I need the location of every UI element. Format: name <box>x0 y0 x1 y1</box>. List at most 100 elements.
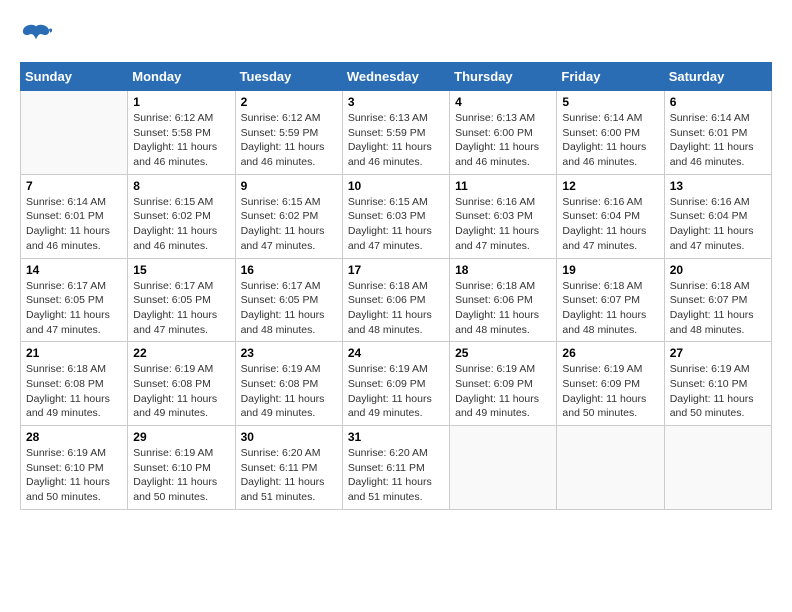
day-info: Sunrise: 6:15 AM Sunset: 6:02 PM Dayligh… <box>241 195 337 254</box>
day-number: 1 <box>133 95 229 109</box>
page-header <box>20 20 772 52</box>
calendar-header-row: SundayMondayTuesdayWednesdayThursdayFrid… <box>21 63 772 91</box>
day-number: 5 <box>562 95 658 109</box>
day-number: 22 <box>133 346 229 360</box>
day-number: 17 <box>348 263 444 277</box>
calendar-cell: 19Sunrise: 6:18 AM Sunset: 6:07 PM Dayli… <box>557 258 664 342</box>
calendar-cell: 2 Sunrise: 6:12 AM Sunset: 5:59 PM Daylig… <box>235 91 342 175</box>
calendar-cell: 29 Sunrise: 6:19 AM Sunset: 6:10 PM Dayli… <box>128 426 235 510</box>
day-info: Sunrise: 6:18 AM Sunset: 6:07 PM Dayligh… <box>562 279 658 338</box>
day-number: 9 <box>241 179 337 193</box>
day-info: Sunrise: 6:16 AM Sunset: 6:04 PM Dayligh… <box>562 195 658 254</box>
day-number: 10 <box>348 179 444 193</box>
calendar-week-4: 21Sunrise: 6:18 AM Sunset: 6:08 PM Dayli… <box>21 342 772 426</box>
calendar-cell: 25 Sunrise: 6:19 AM Sunset: 6:09 PM Dayli… <box>450 342 557 426</box>
header-monday: Monday <box>128 63 235 91</box>
day-number: 24 <box>348 346 444 360</box>
calendar-cell: 16 Sunrise: 6:17 AM Sunset: 6:05 PM Dayli… <box>235 258 342 342</box>
day-info: Sunrise: 6:13 AM Sunset: 5:59 PM Dayligh… <box>348 111 444 170</box>
day-number: 3 <box>348 95 444 109</box>
day-number: 13 <box>670 179 766 193</box>
day-info: Sunrise: 6:19 AM Sunset: 6:08 PM Dayligh… <box>241 362 337 421</box>
day-number: 4 <box>455 95 551 109</box>
calendar-cell: 24 Sunrise: 6:19 AM Sunset: 6:09 PM Dayli… <box>342 342 449 426</box>
day-info: Sunrise: 6:14 AM Sunset: 6:01 PM Dayligh… <box>670 111 766 170</box>
calendar-cell: 30 Sunrise: 6:20 AM Sunset: 6:11 PM Dayli… <box>235 426 342 510</box>
calendar-cell: 13 Sunrise: 6:16 AM Sunset: 6:04 PM Dayli… <box>664 174 771 258</box>
day-number: 16 <box>241 263 337 277</box>
day-info: Sunrise: 6:15 AM Sunset: 6:03 PM Dayligh… <box>348 195 444 254</box>
day-info: Sunrise: 6:13 AM Sunset: 6:00 PM Dayligh… <box>455 111 551 170</box>
header-friday: Friday <box>557 63 664 91</box>
day-info: Sunrise: 6:19 AM Sunset: 6:09 PM Dayligh… <box>455 362 551 421</box>
day-number: 28 <box>26 430 122 444</box>
calendar-week-3: 14 Sunrise: 6:17 AM Sunset: 6:05 PM Dayli… <box>21 258 772 342</box>
calendar-cell <box>450 426 557 510</box>
day-number: 25 <box>455 346 551 360</box>
day-number: 15 <box>133 263 229 277</box>
calendar-cell <box>664 426 771 510</box>
day-info: Sunrise: 6:20 AM Sunset: 6:11 PM Dayligh… <box>348 446 444 505</box>
day-info: Sunrise: 6:14 AM Sunset: 6:01 PM Dayligh… <box>26 195 122 254</box>
day-info: Sunrise: 6:12 AM Sunset: 5:59 PM Dayligh… <box>241 111 337 170</box>
day-number: 6 <box>670 95 766 109</box>
calendar-table: SundayMondayTuesdayWednesdayThursdayFrid… <box>20 62 772 510</box>
calendar-cell: 6 Sunrise: 6:14 AM Sunset: 6:01 PM Daylig… <box>664 91 771 175</box>
calendar-week-1: 1Sunrise: 6:12 AM Sunset: 5:58 PM Daylig… <box>21 91 772 175</box>
calendar-cell <box>21 91 128 175</box>
day-info: Sunrise: 6:14 AM Sunset: 6:00 PM Dayligh… <box>562 111 658 170</box>
day-info: Sunrise: 6:20 AM Sunset: 6:11 PM Dayligh… <box>241 446 337 505</box>
calendar-cell: 26Sunrise: 6:19 AM Sunset: 6:09 PM Dayli… <box>557 342 664 426</box>
day-info: Sunrise: 6:18 AM Sunset: 6:06 PM Dayligh… <box>455 279 551 338</box>
day-number: 29 <box>133 430 229 444</box>
day-number: 31 <box>348 430 444 444</box>
day-info: Sunrise: 6:16 AM Sunset: 6:03 PM Dayligh… <box>455 195 551 254</box>
calendar-cell: 23 Sunrise: 6:19 AM Sunset: 6:08 PM Dayli… <box>235 342 342 426</box>
calendar-cell: 21Sunrise: 6:18 AM Sunset: 6:08 PM Dayli… <box>21 342 128 426</box>
day-info: Sunrise: 6:16 AM Sunset: 6:04 PM Dayligh… <box>670 195 766 254</box>
day-info: Sunrise: 6:19 AM Sunset: 6:08 PM Dayligh… <box>133 362 229 421</box>
calendar-cell: 20Sunrise: 6:18 AM Sunset: 6:07 PM Dayli… <box>664 258 771 342</box>
calendar-cell: 28 Sunrise: 6:19 AM Sunset: 6:10 PM Dayli… <box>21 426 128 510</box>
calendar-cell: 10 Sunrise: 6:15 AM Sunset: 6:03 PM Dayli… <box>342 174 449 258</box>
day-number: 23 <box>241 346 337 360</box>
day-info: Sunrise: 6:18 AM Sunset: 6:08 PM Dayligh… <box>26 362 122 421</box>
calendar-cell: 11Sunrise: 6:16 AM Sunset: 6:03 PM Dayli… <box>450 174 557 258</box>
day-info: Sunrise: 6:19 AM Sunset: 6:10 PM Dayligh… <box>670 362 766 421</box>
calendar-cell <box>557 426 664 510</box>
day-info: Sunrise: 6:17 AM Sunset: 6:05 PM Dayligh… <box>133 279 229 338</box>
calendar-cell: 22 Sunrise: 6:19 AM Sunset: 6:08 PM Dayli… <box>128 342 235 426</box>
calendar-cell: 1Sunrise: 6:12 AM Sunset: 5:58 PM Daylig… <box>128 91 235 175</box>
day-number: 27 <box>670 346 766 360</box>
day-number: 20 <box>670 263 766 277</box>
calendar-cell: 31 Sunrise: 6:20 AM Sunset: 6:11 PM Dayli… <box>342 426 449 510</box>
day-info: Sunrise: 6:19 AM Sunset: 6:10 PM Dayligh… <box>133 446 229 505</box>
logo <box>20 20 56 52</box>
calendar-week-2: 7Sunrise: 6:14 AM Sunset: 6:01 PM Daylig… <box>21 174 772 258</box>
day-number: 14 <box>26 263 122 277</box>
day-info: Sunrise: 6:19 AM Sunset: 6:09 PM Dayligh… <box>348 362 444 421</box>
day-number: 2 <box>241 95 337 109</box>
day-number: 18 <box>455 263 551 277</box>
calendar-cell: 7Sunrise: 6:14 AM Sunset: 6:01 PM Daylig… <box>21 174 128 258</box>
day-info: Sunrise: 6:17 AM Sunset: 6:05 PM Dayligh… <box>241 279 337 338</box>
calendar-cell: 8Sunrise: 6:15 AM Sunset: 6:02 PM Daylig… <box>128 174 235 258</box>
day-info: Sunrise: 6:19 AM Sunset: 6:10 PM Dayligh… <box>26 446 122 505</box>
header-sunday: Sunday <box>21 63 128 91</box>
calendar-cell: 5 Sunrise: 6:14 AM Sunset: 6:00 PM Daylig… <box>557 91 664 175</box>
day-number: 30 <box>241 430 337 444</box>
logo-icon <box>20 20 52 52</box>
header-wednesday: Wednesday <box>342 63 449 91</box>
calendar-cell: 27 Sunrise: 6:19 AM Sunset: 6:10 PM Dayli… <box>664 342 771 426</box>
calendar-week-5: 28 Sunrise: 6:19 AM Sunset: 6:10 PM Dayli… <box>21 426 772 510</box>
day-info: Sunrise: 6:15 AM Sunset: 6:02 PM Dayligh… <box>133 195 229 254</box>
calendar-cell: 9 Sunrise: 6:15 AM Sunset: 6:02 PM Daylig… <box>235 174 342 258</box>
calendar-cell: 3 Sunrise: 6:13 AM Sunset: 5:59 PM Daylig… <box>342 91 449 175</box>
header-saturday: Saturday <box>664 63 771 91</box>
day-info: Sunrise: 6:18 AM Sunset: 6:06 PM Dayligh… <box>348 279 444 338</box>
day-info: Sunrise: 6:17 AM Sunset: 6:05 PM Dayligh… <box>26 279 122 338</box>
header-thursday: Thursday <box>450 63 557 91</box>
day-info: Sunrise: 6:19 AM Sunset: 6:09 PM Dayligh… <box>562 362 658 421</box>
calendar-cell: 12 Sunrise: 6:16 AM Sunset: 6:04 PM Dayli… <box>557 174 664 258</box>
day-number: 12 <box>562 179 658 193</box>
